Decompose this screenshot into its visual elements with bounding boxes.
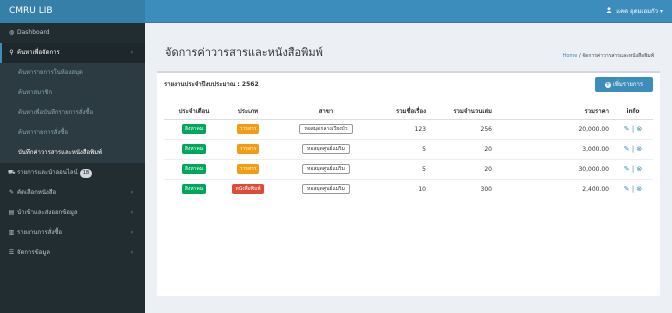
sidebar: ◍ Dashboard ⚲ ค้นหาเพื่อจัดการ ‹ ค้นหารายกา…	[0, 23, 145, 313]
type-label: วารสาร	[236, 144, 260, 154]
breadcrumb-current: จัดการค่าวารสารและหนังสือพิมพ์	[582, 53, 654, 59]
database-icon: ▤	[8, 209, 15, 216]
price-cell: 2,400.00	[496, 178, 613, 199]
search-icon: ⚲	[9, 49, 14, 56]
sidebar-item-search-library[interactable]: ค้นหารายการในห้องสมุด	[0, 63, 145, 83]
type-label: วารสาร	[236, 124, 260, 134]
caret-down-icon: ▾	[659, 8, 663, 15]
col-volumes: รวมจำนวนเล่ม	[430, 104, 496, 120]
delete-icon[interactable]: ⊗	[636, 125, 642, 133]
breadcrumb: Home / จัดการค่าวารสารและหนังสือพิมพ์	[563, 52, 654, 60]
branch-label: หอสมุดศูนย์แม่ริม	[302, 184, 350, 195]
sidebar-item-search-manage[interactable]: ⚲ ค้นหาเพื่อจัดการ ‹	[0, 43, 145, 63]
sidebar-item-select-books[interactable]: ✎ คัดเลือกหนังสือ ‹	[0, 183, 145, 203]
page-title: จัดการค่าวารสารและหนังสือพิมพ์	[165, 46, 323, 59]
chevron-left-icon: ‹	[130, 189, 133, 196]
chevron-left-icon: ‹	[130, 229, 133, 236]
volumes-cell: 300	[430, 178, 496, 199]
report-box: รายงานประจำปีงบประมาณ : 2562 + เพิ่มรายกา…	[157, 71, 660, 296]
sidebar-item-online-list[interactable]: ⛟รายการและนำออนไลน์ 18	[0, 163, 145, 183]
branch-label: หอสมุดศูนย์แม่ริม	[302, 164, 350, 174]
price-cell: 30,000.00	[496, 158, 613, 179]
branch-label: หอสมุดศูนย์แม่ริม	[302, 144, 350, 154]
add-item-button[interactable]: + เพิ่มรายการ	[595, 77, 653, 92]
delete-icon[interactable]: ⊗	[636, 185, 642, 193]
dashboard-icon: ◍	[8, 29, 15, 36]
table-row: สิงหาคม หนังสือพิมพ์ หอสมุดศูนย์แม่ริม 10 30…	[164, 178, 653, 199]
sidebar-item-journal-costs[interactable]: บันทึกค่าวารสารและหนังสือพิมพ์	[0, 143, 145, 163]
app-logo[interactable]: CMRU LIB	[0, 0, 145, 23]
titles-cell: 5	[380, 158, 430, 179]
col-month: ประจำเดือน	[164, 104, 224, 120]
delete-icon[interactable]: ⊗	[636, 145, 642, 153]
volumes-cell: 20	[430, 158, 496, 179]
edit-icon[interactable]: ✎	[624, 145, 630, 153]
sidebar-item-search-members[interactable]: ค้นหาสมาชิก	[0, 83, 145, 103]
sidebar-item-import-export[interactable]: ▤ นำเข้าและส่งออกข้อมูล ‹	[0, 203, 145, 223]
chevron-left-icon: ‹	[130, 249, 133, 256]
month-label: สิงหาคม	[181, 144, 207, 154]
type-label: วารสาร	[236, 164, 260, 174]
journal-costs-table: ประจำเดือน ประเภท สาขา รวมชื่อเรื่อง รวม…	[164, 104, 653, 199]
table-row: สิงหาคม วารสาร หอสมุดศูนย์แม่ริม 5 20 30,000.…	[164, 158, 653, 179]
titles-cell: 5	[380, 138, 430, 159]
sidebar-item-search-orders[interactable]: ค้นหารายการสั่งซื้อ	[0, 123, 145, 143]
col-info: info	[613, 104, 653, 120]
delete-icon[interactable]: ⊗	[636, 165, 642, 173]
breadcrumb-home[interactable]: Home	[563, 53, 578, 59]
price-cell: 20,000.00	[496, 118, 613, 139]
month-label: สิงหาคม	[181, 184, 207, 195]
sidebar-item-search-record-orders[interactable]: ค้นหาเพื่อบันทึกรายการสั่งซื้อ	[0, 103, 145, 123]
type-label: หนังสือพิมพ์	[232, 184, 264, 195]
count-badge: 18	[79, 169, 93, 178]
titles-cell: 10	[380, 178, 430, 199]
sidebar-item-manage-data[interactable]: ☰ จัดการข้อมูล ‹	[0, 243, 145, 263]
chevron-left-icon: ‹	[130, 209, 133, 216]
col-titles: รวมชื่อเรื่อง	[380, 104, 430, 120]
breadcrumb-separator: /	[578, 53, 581, 59]
chevron-left-icon: ‹	[130, 49, 133, 56]
edit-icon[interactable]: ✎	[624, 125, 630, 133]
edit-icon: ✎	[8, 189, 15, 196]
top-navbar: CMRU LIB แคต อุตมเอมกัว ▾	[0, 0, 672, 23]
plus-circle-icon: +	[604, 81, 611, 88]
table-row: สิงหาคม วารสาร หอสมุดศูนย์แม่ริม 5 20 3,000.0…	[164, 138, 653, 159]
col-branch: สาขา	[272, 104, 380, 120]
main-content: จัดการค่าวารสารและหนังสือพิมพ์ Home / จั…	[145, 23, 672, 313]
month-label: สิงหาคม	[181, 164, 207, 174]
col-price: รวมราคา	[496, 104, 613, 120]
user-icon	[606, 7, 612, 13]
sliders-icon: ☰	[8, 249, 15, 256]
volumes-cell: 256	[430, 118, 496, 139]
titles-cell: 123	[380, 118, 430, 139]
branch-label: หอสมุดกลางเวียงบัว	[299, 124, 353, 134]
sidebar-item-order-reports[interactable]: ▥ รายงานการสั่งซื้อ ‹	[0, 223, 145, 243]
volumes-cell: 20	[430, 138, 496, 159]
table-header-row: ประจำเดือน ประเภท สาขา รวมชื่อเรื่อง รวม…	[164, 104, 653, 120]
user-menu[interactable]: แคต อุตมเอมกัว ▾	[606, 0, 663, 23]
cart-icon: ⛟	[8, 169, 16, 176]
box-title: รายงานประจำปีงบประมาณ : 2562	[164, 81, 259, 88]
table-row: สิงหาคม วารสาร หอสมุดกลางเวียงบัว 123 256 20,…	[164, 118, 653, 139]
user-name: แคต อุตมเอมกัว	[616, 8, 659, 15]
edit-icon[interactable]: ✎	[624, 185, 630, 193]
month-label: สิงหาคม	[181, 124, 207, 134]
col-type: ประเภท	[224, 104, 272, 120]
price-cell: 3,000.00	[496, 138, 613, 159]
edit-icon[interactable]: ✎	[624, 165, 630, 173]
bar-chart-icon: ▥	[8, 229, 15, 236]
sidebar-item-dashboard[interactable]: ◍ Dashboard	[0, 23, 145, 43]
